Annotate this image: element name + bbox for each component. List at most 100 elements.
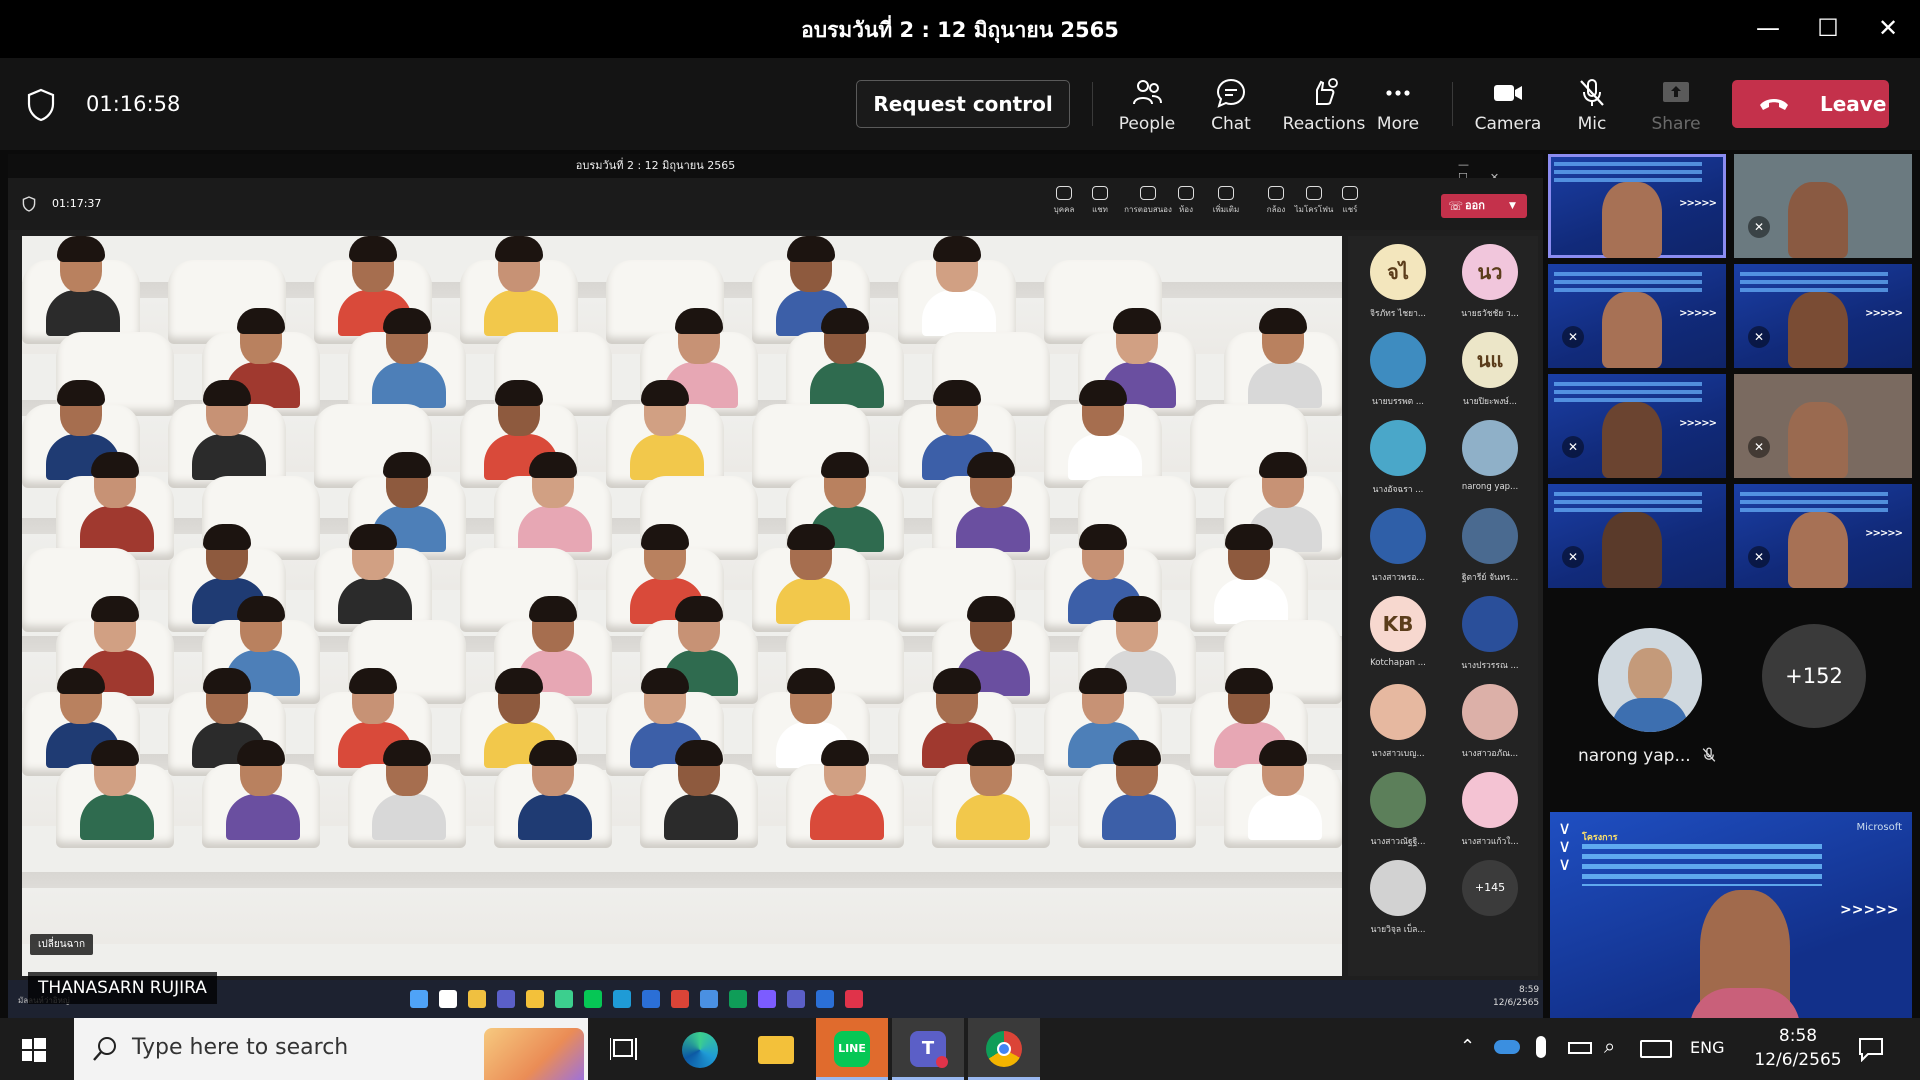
onedrive-icon[interactable] — [1494, 1040, 1520, 1054]
participant-video — [46, 236, 120, 336]
clock-time: 8:58 — [1778, 1026, 1818, 1046]
wifi-icon[interactable]: ⌕ — [1604, 1034, 1615, 1058]
avatar — [1370, 684, 1426, 740]
file-explorer-button[interactable] — [740, 1018, 812, 1080]
participant-name: นายวิจุล เบ็ล... — [1370, 925, 1426, 935]
shared-participant: นายบรรพต ... — [1356, 332, 1440, 408]
mic-button[interactable]: Mic — [1552, 76, 1632, 142]
shared-reactions-label: การตอบสนอง — [1124, 205, 1172, 214]
avatar — [1462, 684, 1518, 740]
presenter-taskbar-app-icon — [816, 990, 834, 1008]
mic-off-icon: ✕ — [1748, 546, 1770, 568]
video-gallery: >>>>> ✕ ✕ >>>>> ✕ >>>>> ✕ >>>>> ✕ ✕ ✕ >>>>> … — [1548, 154, 1920, 1018]
shared-people-button: บุคคล — [1044, 186, 1084, 216]
shared-participant: จไ จิรภัทร ไชยา... — [1356, 244, 1440, 320]
notifications-icon[interactable] — [1858, 1036, 1884, 1062]
more-button[interactable]: More — [1358, 76, 1438, 142]
avatar — [1462, 596, 1518, 652]
chevron-down-icon: ▼ — [1509, 201, 1516, 211]
share-button[interactable]: Share — [1636, 76, 1716, 142]
keyboard-icon[interactable] — [1640, 1040, 1672, 1058]
participant-video — [484, 236, 558, 336]
close-icon[interactable]: ✕ — [1868, 8, 1908, 48]
video-tile[interactable]: ✕ — [1734, 374, 1912, 478]
presenter-time: 8:59 — [1518, 985, 1540, 995]
edge-app-button[interactable] — [664, 1018, 736, 1080]
shared-participant: นางสาวแก้วใ... — [1448, 772, 1532, 848]
more-label: More — [1376, 114, 1420, 134]
avatar: จไ — [1370, 244, 1426, 300]
presenter-taskbar-app-icon — [410, 990, 428, 1008]
search-box[interactable]: Type here to search — [74, 1018, 588, 1080]
search-icon — [93, 1037, 116, 1061]
line-app-button[interactable]: LINE — [816, 1018, 888, 1080]
mic-off-icon: ✕ — [1748, 216, 1770, 238]
minimize-icon[interactable]: — — [1748, 8, 1788, 48]
microsoft-logo: Microsoft — [1856, 822, 1902, 833]
video-tile[interactable]: ✕ >>>>> — [1734, 484, 1912, 588]
language-indicator[interactable]: ENG — [1690, 1038, 1724, 1057]
presenter-video-large[interactable]: โครงการ Microsoft ∨ ∨ ∨ >>>>> — [1550, 812, 1912, 1018]
avatar — [1370, 508, 1426, 564]
presenter-taskbar-app-icon — [729, 990, 747, 1008]
shared-participant: นายวิจุล เบ็ล... — [1356, 860, 1440, 936]
people-icon — [1133, 80, 1162, 105]
share-icon — [1663, 82, 1689, 102]
video-tile[interactable]: ✕ >>>>> — [1548, 374, 1726, 478]
presenter-taskbar-app-icon — [700, 990, 718, 1008]
avatar[interactable] — [1598, 628, 1702, 732]
presenter-taskbar-app-icon — [787, 990, 805, 1008]
recording-badge — [936, 1056, 948, 1068]
chat-button[interactable]: Chat — [1191, 76, 1271, 142]
battery-icon[interactable] — [1568, 1042, 1592, 1054]
presenter-date: 12/6/2565 — [1493, 998, 1540, 1008]
arrows-decor: >>>>> — [1840, 902, 1899, 918]
people-icon — [1056, 186, 1072, 200]
request-control-button[interactable]: Request control — [856, 80, 1070, 128]
participant-video — [810, 740, 884, 840]
video-tile-presenter[interactable]: >>>>> — [1548, 154, 1726, 258]
presenter-taskbar-app-icon — [439, 990, 457, 1008]
video-tile[interactable]: ✕ — [1548, 484, 1726, 588]
shared-window-title: อบรมวันที่ 2 : 12 มิถุนายน 2565 — [8, 154, 1543, 178]
avatar: นแ — [1462, 332, 1518, 388]
toolbar-divider — [1452, 82, 1453, 126]
clock-date: 12/6/2565 — [1754, 1050, 1842, 1070]
microphone-tray-icon[interactable] — [1536, 1036, 1546, 1058]
video-tile[interactable]: ✕ >>>>> — [1734, 264, 1912, 368]
mic-off-icon: ✕ — [1562, 436, 1584, 458]
avatar: KB — [1370, 596, 1426, 652]
windows-start-icon[interactable] — [22, 1038, 46, 1062]
mic-off-icon — [1580, 79, 1604, 106]
shared-chat-button: แชท — [1080, 186, 1120, 216]
participant-name: นางสาวอภัณ... — [1461, 749, 1519, 759]
shared-participant: นางสาวพรอ... — [1356, 508, 1440, 584]
camera-button[interactable]: Camera — [1468, 76, 1548, 142]
task-view-button[interactable] — [588, 1018, 660, 1080]
shared-shield-icon — [22, 196, 36, 212]
participant-video — [518, 740, 592, 840]
video-tile[interactable]: ✕ >>>>> — [1548, 264, 1726, 368]
system-clock[interactable]: 8:58 12/6/2565 — [1750, 1024, 1846, 1072]
camera-icon — [1268, 186, 1284, 200]
toolbar-divider — [1092, 82, 1093, 126]
people-button[interactable]: People — [1107, 76, 1187, 142]
chevron-up-icon[interactable]: ⌃ — [1460, 1036, 1475, 1057]
participant-video — [776, 524, 850, 624]
more-icon — [1386, 90, 1410, 96]
shared-more-button: เพิ่มเติม — [1206, 186, 1246, 216]
maximize-icon[interactable]: ☐ — [1808, 8, 1848, 48]
presenter-taskbar-app-icon — [497, 990, 515, 1008]
participant-video — [80, 740, 154, 840]
teams-app-button[interactable]: T — [892, 1018, 964, 1080]
participant-video — [1214, 524, 1288, 624]
shared-more-label: เพิ่มเติม — [1212, 205, 1240, 214]
more-participants-button[interactable]: +152 — [1762, 624, 1866, 728]
video-tile[interactable]: ✕ — [1734, 154, 1912, 258]
share-label: Share — [1651, 114, 1701, 134]
participant-video — [1102, 740, 1176, 840]
mic-label: Mic — [1577, 114, 1607, 134]
leave-button[interactable]: Leave — [1732, 80, 1889, 128]
chrome-app-button[interactable] — [968, 1018, 1040, 1080]
participant-video — [80, 452, 154, 552]
